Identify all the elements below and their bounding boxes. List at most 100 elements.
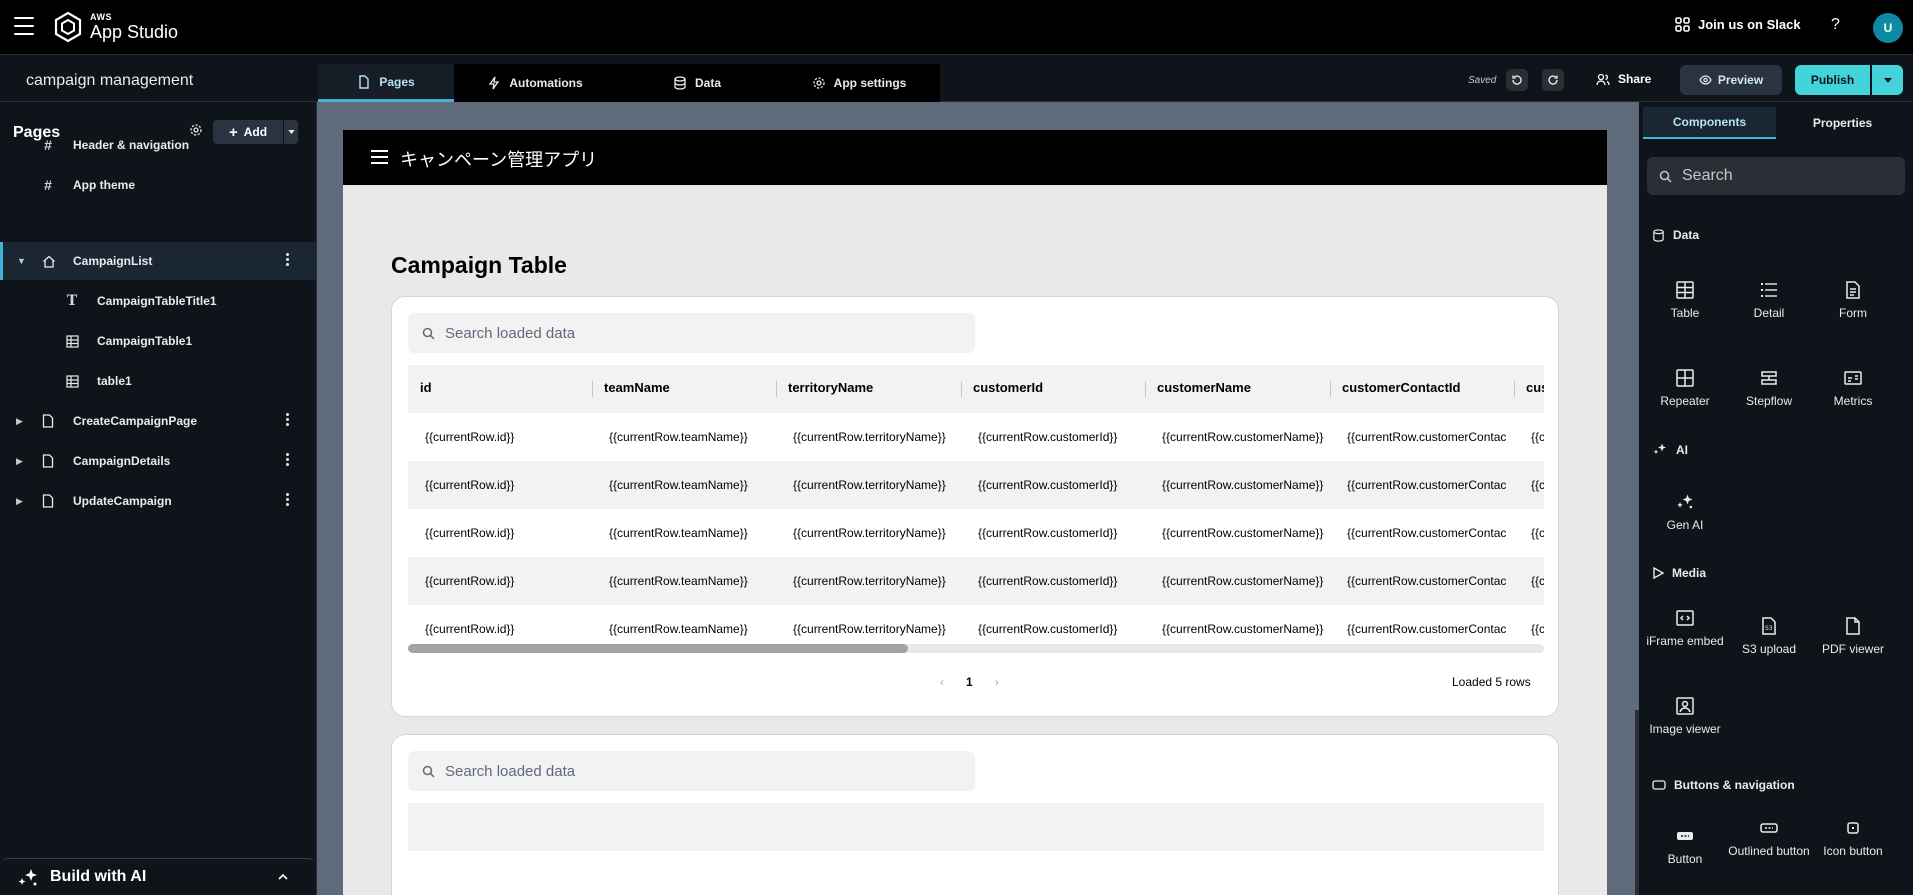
component-gen-ai[interactable]: Gen AI: [1643, 492, 1727, 533]
more-options-icon[interactable]: [286, 493, 290, 506]
caret-down-icon: [1883, 77, 1892, 83]
column-resize-handle[interactable]: [1145, 381, 1146, 397]
help-icon[interactable]: ?: [1831, 16, 1840, 34]
component-iframe-embed[interactable]: iFrame embed: [1643, 608, 1727, 649]
component-metrics[interactable]: Metrics: [1811, 368, 1895, 409]
s3-upload-icon: S3: [1762, 617, 1776, 635]
sparkle-icon: [1677, 494, 1693, 509]
component-button[interactable]: Button: [1643, 826, 1727, 867]
next-page-icon[interactable]: ›: [995, 675, 999, 689]
caret-right-icon[interactable]: ▶: [16, 496, 23, 507]
table-cell: {{c: [1531, 430, 1544, 444]
tab-pages[interactable]: Pages: [318, 64, 454, 102]
user-avatar[interactable]: U: [1873, 13, 1903, 43]
sidebar-item-table1[interactable]: table1: [0, 362, 316, 400]
tab-automations-label: Automations: [509, 76, 583, 90]
section-data: Data: [1652, 228, 1699, 242]
tab-components[interactable]: Components: [1643, 107, 1776, 139]
table-row[interactable]: {{currentRow.id}} {{currentRow.teamName}}…: [408, 557, 1544, 605]
table-cell: {{currentRow.customerId}}: [978, 622, 1118, 636]
sidebar-item-campaigntable1[interactable]: CampaignTable1: [0, 322, 316, 360]
column-resize-handle[interactable]: [592, 381, 593, 397]
column-header[interactable]: id: [420, 380, 592, 395]
column-header[interactable]: customerContactId: [1342, 380, 1514, 395]
sidebar-item-campaignlist[interactable]: ▼ CampaignList: [0, 242, 316, 280]
component-stepflow[interactable]: Stepflow: [1727, 368, 1811, 409]
app-menu-icon[interactable]: [371, 150, 388, 164]
table-search-input[interactable]: Search loaded data: [408, 313, 975, 353]
caret-right-icon[interactable]: ▶: [16, 456, 23, 467]
table-cell: {{currentRow.id}}: [425, 526, 515, 540]
search-placeholder: Search loaded data: [445, 324, 576, 342]
build-with-ai-label: Build with AI: [50, 868, 147, 885]
component-detail[interactable]: Detail: [1727, 280, 1811, 321]
page-number[interactable]: 1: [966, 675, 973, 689]
column-header[interactable]: cus: [1526, 380, 1544, 395]
sidebar-item-label: CampaignTable1: [97, 334, 193, 348]
component-s3-upload[interactable]: S3 S3 upload: [1727, 616, 1811, 657]
components-panel: Components Properties Search Data Table …: [1639, 102, 1913, 895]
component-outlined-button[interactable]: Outlined button: [1727, 818, 1811, 859]
publish-button[interactable]: Publish: [1795, 65, 1870, 95]
chevron-up-icon[interactable]: [278, 873, 288, 880]
table-row[interactable]: {{currentRow.id}} {{currentRow.teamName}}…: [408, 413, 1544, 461]
column-resize-handle[interactable]: [776, 381, 777, 397]
section-media: Media: [1652, 566, 1706, 580]
component-image-viewer[interactable]: Image viewer: [1643, 696, 1727, 737]
component-icon-button[interactable]: Icon button: [1811, 818, 1895, 859]
sidebar-item-createcampaignpage[interactable]: ▶ CreateCampaignPage: [0, 402, 316, 440]
more-options-icon[interactable]: [286, 453, 290, 466]
caret-right-icon[interactable]: ▶: [16, 416, 23, 427]
component-label: Gen AI: [1666, 518, 1704, 532]
sidebar-item-campaigndetails[interactable]: ▶ CampaignDetails: [0, 442, 316, 480]
menu-icon[interactable]: [14, 17, 34, 35]
table-row[interactable]: {{currentRow.id}} {{currentRow.teamName}}…: [408, 461, 1544, 509]
table1-component[interactable]: Search loaded data: [391, 734, 1559, 895]
prev-page-icon[interactable]: ‹: [940, 675, 944, 689]
column-header[interactable]: territoryName: [788, 380, 961, 395]
column-header[interactable]: teamName: [604, 380, 776, 395]
tab-automations[interactable]: Automations: [454, 64, 616, 102]
component-table[interactable]: Table: [1643, 280, 1727, 321]
tab-data[interactable]: Data: [616, 64, 778, 102]
undo-button[interactable]: [1506, 69, 1528, 91]
component-label: Stepflow: [1745, 394, 1793, 408]
redo-button[interactable]: [1542, 69, 1564, 91]
sidebar-item-updatecampaign[interactable]: ▶ UpdateCampaign: [0, 482, 316, 520]
table-row[interactable]: {{currentRow.id}} {{currentRow.teamName}}…: [408, 509, 1544, 557]
table-cell: {{c: [1531, 622, 1544, 636]
share-button[interactable]: Share: [1596, 72, 1651, 86]
scrollbar-thumb[interactable]: [408, 644, 908, 653]
more-options-icon[interactable]: [286, 253, 290, 266]
sidebar-item-campaigntabletitle1[interactable]: T CampaignTableTitle1: [0, 282, 316, 320]
table-cell: {{currentRow.customerName}}: [1162, 430, 1324, 444]
component-form[interactable]: Form: [1811, 280, 1895, 321]
caret-down-icon[interactable]: ▼: [17, 256, 26, 266]
column-resize-handle[interactable]: [961, 381, 962, 397]
column-header[interactable]: customerName: [1157, 380, 1330, 395]
column-resize-handle[interactable]: [1514, 381, 1515, 397]
components-search-input[interactable]: Search: [1647, 157, 1905, 195]
app-studio-logo[interactable]: AWS App Studio: [54, 11, 178, 43]
component-pdf-viewer[interactable]: PDF viewer: [1811, 616, 1895, 657]
column-header[interactable]: customerId: [973, 380, 1145, 395]
build-with-ai-panel[interactable]: Build with AI: [0, 858, 316, 895]
sidebar-item-header-navigation[interactable]: # Header & navigation: [0, 126, 316, 164]
column-resize-handle[interactable]: [1330, 381, 1331, 397]
tab-properties[interactable]: Properties: [1776, 107, 1909, 139]
component-repeater[interactable]: Repeater: [1643, 368, 1727, 409]
app-studio-logo-icon: [54, 11, 82, 43]
horizontal-scrollbar[interactable]: [408, 644, 1544, 653]
join-slack-link[interactable]: Join us on Slack: [1675, 17, 1801, 32]
publish-dropdown-button[interactable]: [1872, 65, 1903, 95]
logo-aws-text: AWS: [90, 12, 113, 22]
tab-app-settings[interactable]: App settings: [778, 64, 940, 102]
table-search-input[interactable]: Search loaded data: [408, 751, 975, 791]
more-options-icon[interactable]: [286, 413, 290, 426]
campaign-table-title[interactable]: Campaign Table: [391, 252, 567, 279]
sidebar-item-app-theme[interactable]: # App theme: [0, 166, 316, 204]
campaign-table-component[interactable]: Search loaded data id teamName territoryNa…: [391, 296, 1559, 717]
editor-tabs: Pages Automations Data App settings: [318, 64, 940, 102]
preview-button[interactable]: Preview: [1680, 65, 1782, 95]
table-cell: {{currentRow.customerName}}: [1162, 574, 1324, 588]
